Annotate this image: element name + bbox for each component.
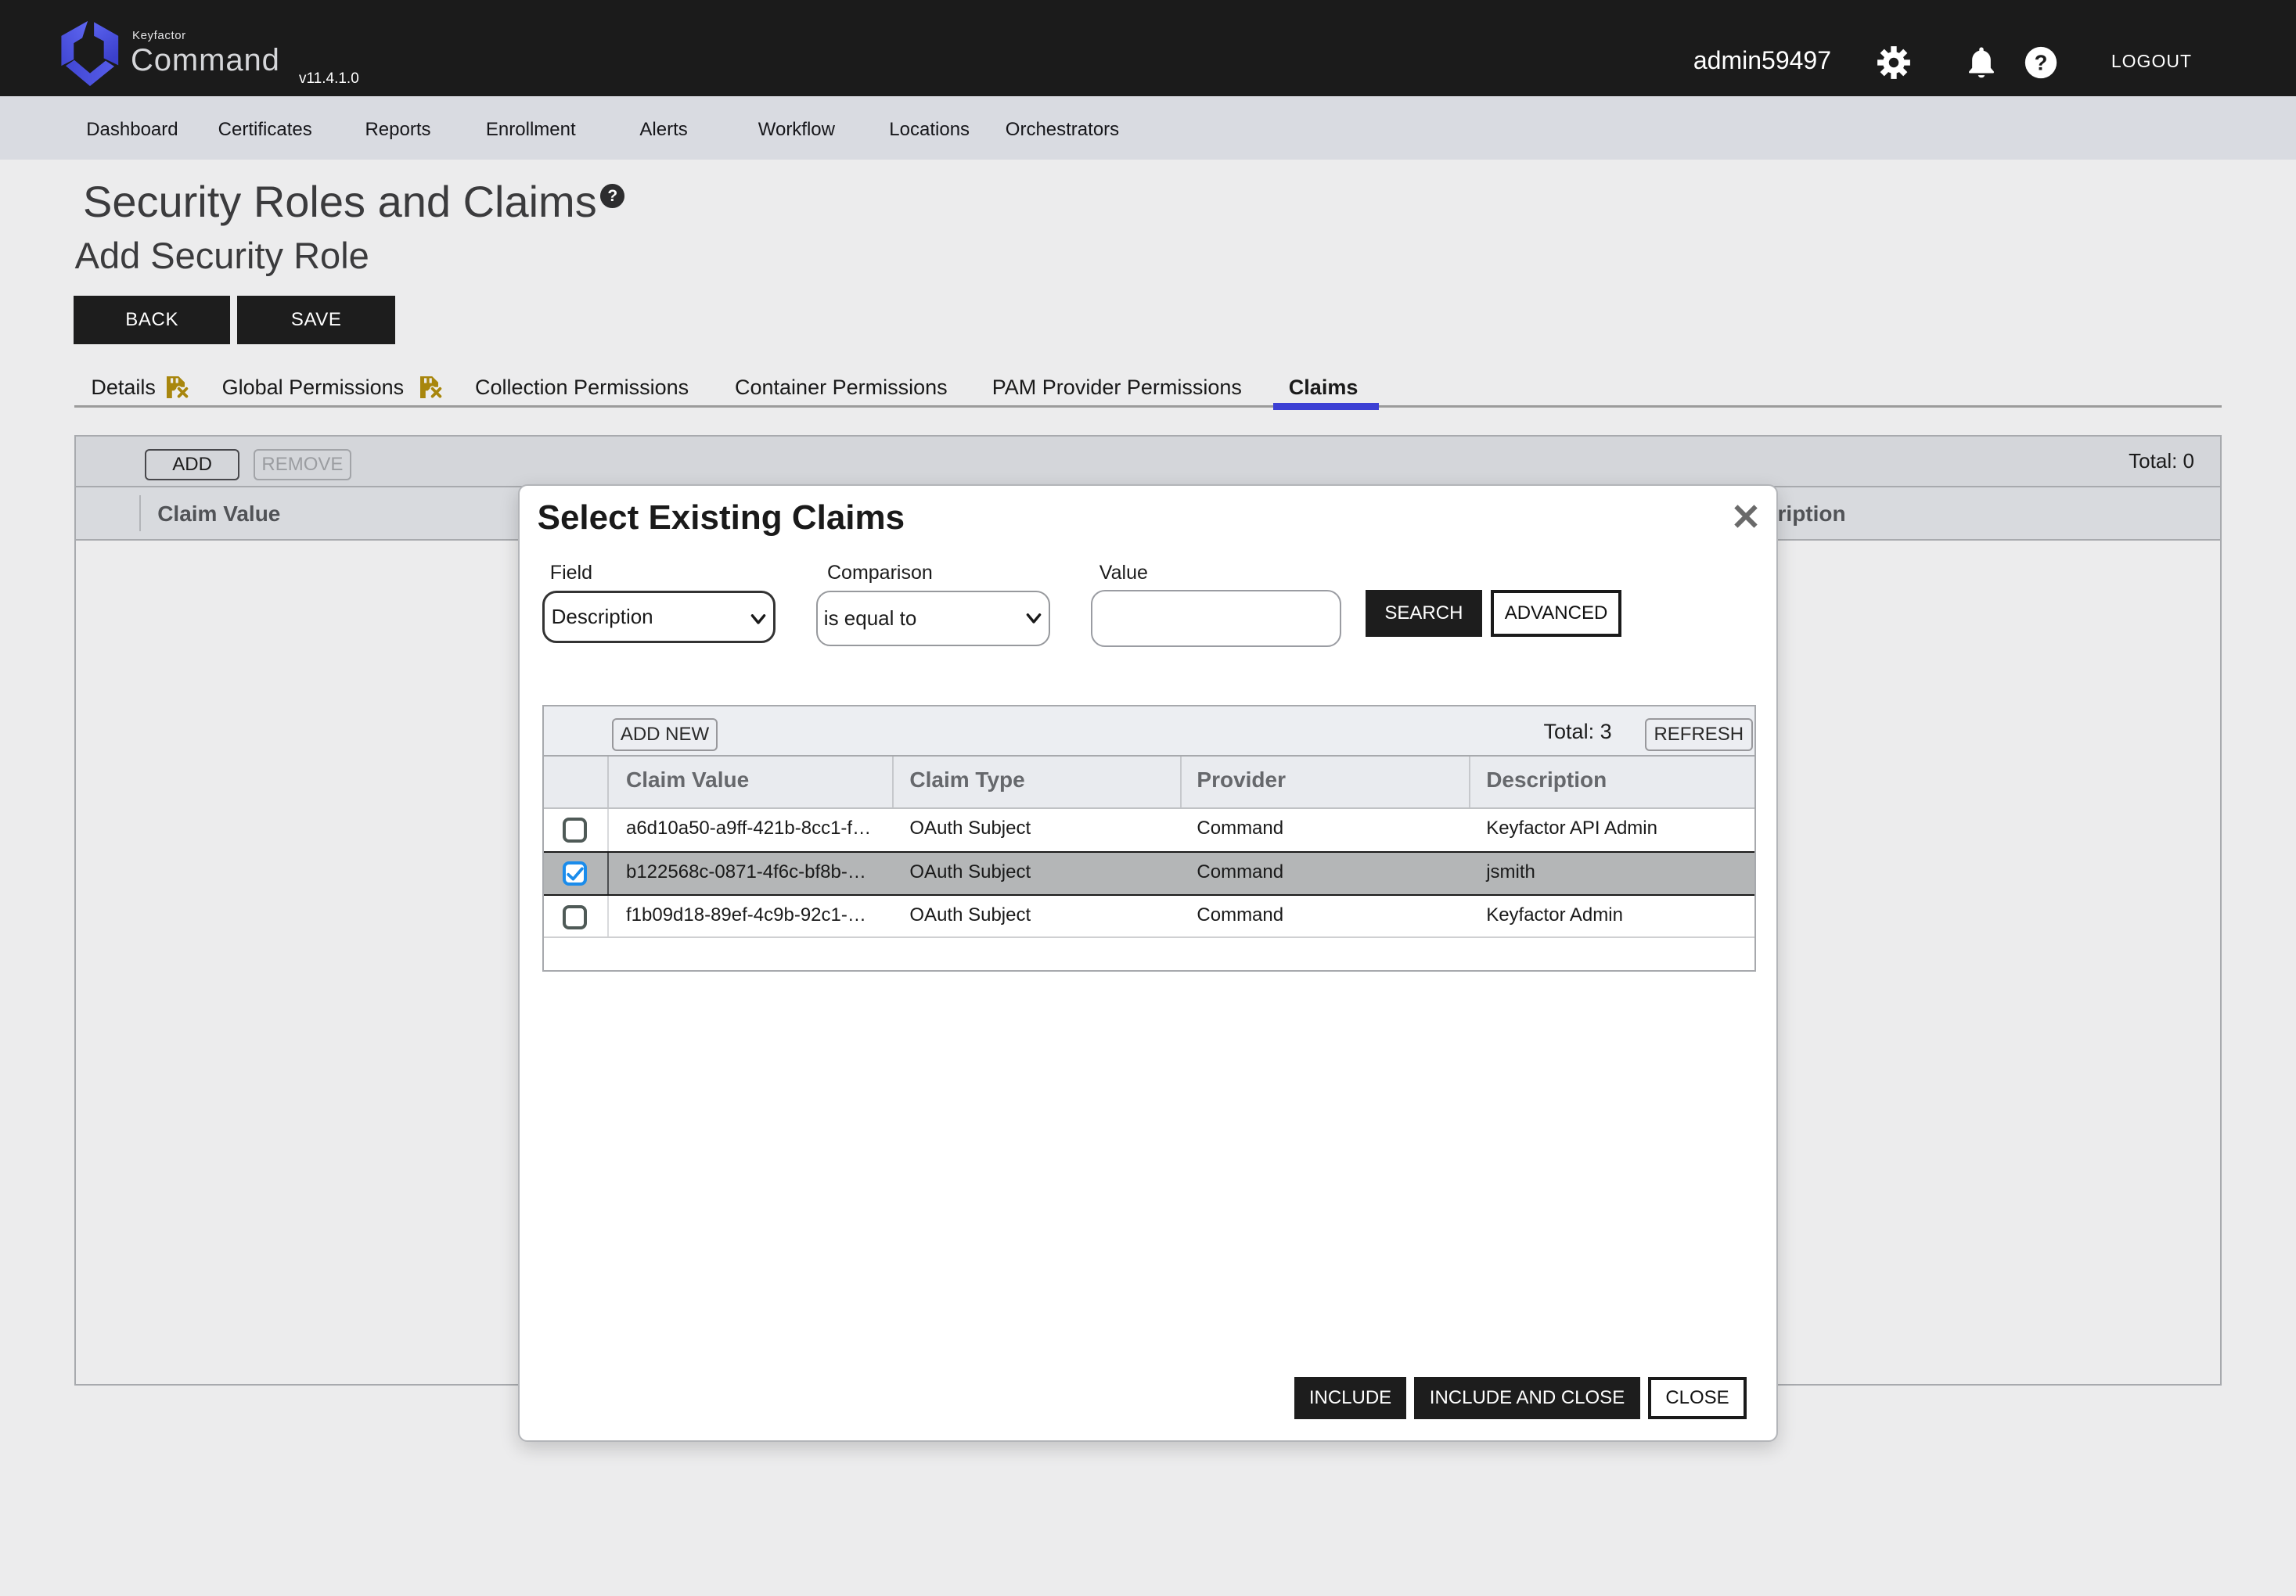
svg-text:?: ? [2035, 51, 2048, 75]
